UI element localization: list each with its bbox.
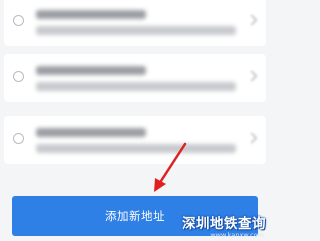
- blurred-address: [36, 82, 236, 91]
- radio-button[interactable]: [13, 133, 24, 144]
- blurred-address: [36, 144, 236, 153]
- address-card[interactable]: [4, 0, 266, 46]
- address-card[interactable]: [4, 54, 266, 102]
- blurred-name-phone: [36, 10, 146, 19]
- edit-icon[interactable]: [246, 70, 258, 82]
- radio-button[interactable]: [13, 15, 24, 26]
- add-new-address-label: 添加新地址: [105, 209, 165, 223]
- address-card[interactable]: [4, 116, 266, 164]
- blurred-address: [36, 26, 236, 35]
- watermark-title: 深圳地铁查询: [182, 216, 266, 232]
- blurred-name-phone: [36, 128, 146, 137]
- watermark: 深圳地铁查询 www.kanxw.com: [170, 212, 270, 241]
- watermark-url: www.kanxw.com: [210, 231, 264, 239]
- red-arrow-annotation: [154, 142, 187, 192]
- radio-button[interactable]: [13, 71, 24, 82]
- edit-icon[interactable]: [246, 132, 258, 144]
- blurred-name-phone: [36, 66, 146, 75]
- edit-icon[interactable]: [246, 14, 258, 26]
